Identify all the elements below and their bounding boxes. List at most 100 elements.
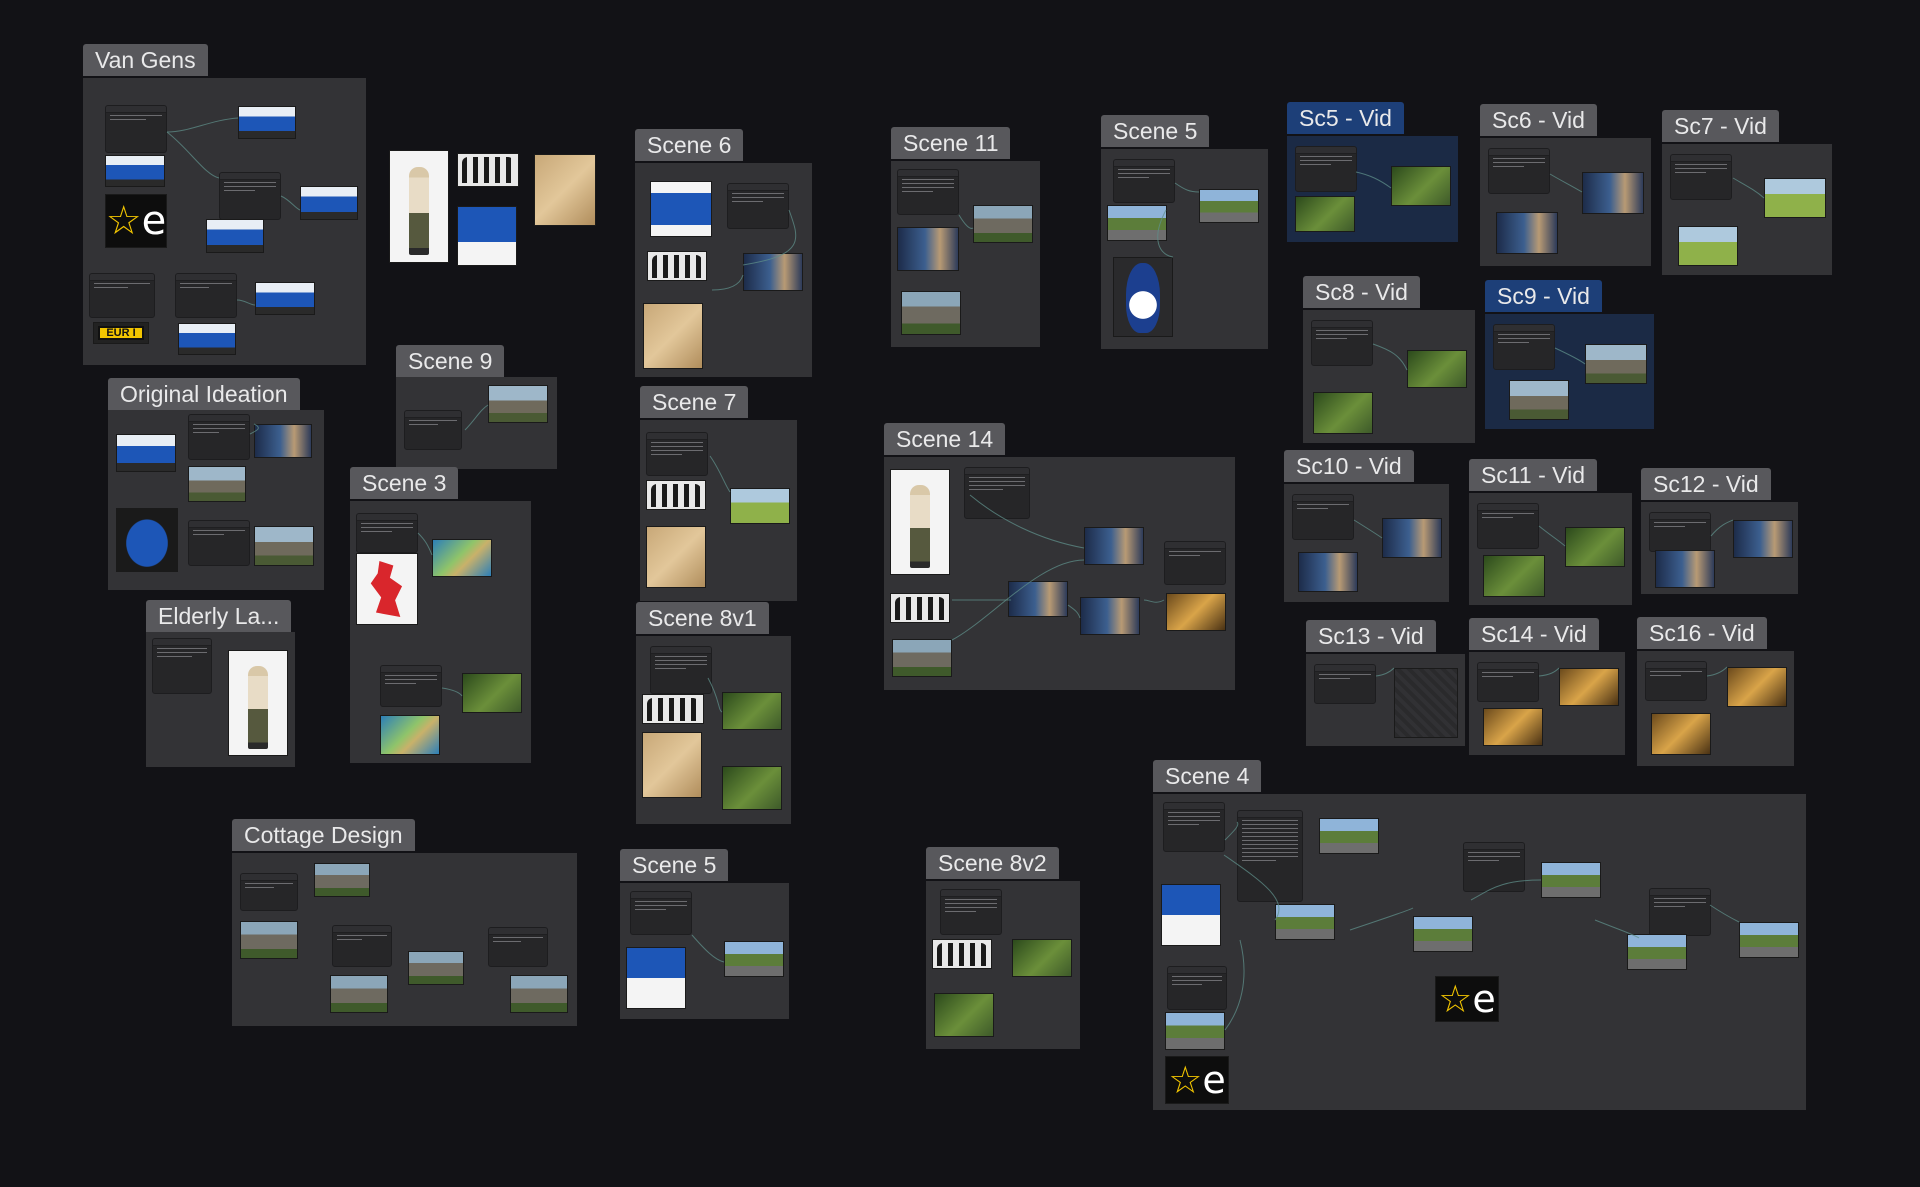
image-node[interactable] — [105, 155, 165, 187]
group-title[interactable]: Scene 11 — [891, 127, 1011, 159]
image-node[interactable] — [1166, 593, 1226, 631]
group-title[interactable]: Scene 8v1 — [636, 602, 769, 634]
group-scene-14[interactable] — [884, 457, 1235, 690]
image-node[interactable] — [1627, 934, 1687, 970]
image-node[interactable] — [457, 206, 517, 266]
image-node[interactable] — [254, 526, 314, 566]
group-title[interactable]: Sc8 - Vid — [1303, 276, 1420, 308]
prompt-node[interactable] — [1463, 842, 1525, 892]
prompt-node[interactable] — [89, 273, 155, 318]
image-node[interactable] — [432, 539, 492, 577]
group-sc14-vid[interactable] — [1469, 652, 1625, 755]
image-node-mascot[interactable] — [1113, 257, 1173, 337]
image-node[interactable] — [510, 975, 568, 1013]
prompt-node[interactable] — [1477, 503, 1539, 549]
image-node[interactable] — [1655, 550, 1715, 588]
image-node-silhouettes[interactable] — [890, 593, 950, 623]
image-node[interactable] — [1413, 916, 1473, 952]
group-title[interactable]: Sc7 - Vid — [1662, 110, 1779, 142]
image-node[interactable] — [488, 385, 548, 423]
image-node[interactable] — [892, 639, 952, 677]
image-node[interactable] — [730, 488, 790, 524]
image-node[interactable] — [1165, 1012, 1225, 1050]
image-node[interactable] — [206, 219, 264, 253]
image-node[interactable] — [240, 921, 298, 959]
prompt-node[interactable] — [380, 665, 442, 707]
logo-node[interactable]: ☆ e — [1165, 1056, 1229, 1104]
prompt-node[interactable] — [175, 273, 237, 318]
image-node[interactable] — [1651, 713, 1711, 755]
image-node-elderly-woman[interactable] — [228, 650, 288, 756]
image-node[interactable] — [1496, 212, 1558, 254]
video-node-empty[interactable] — [1394, 668, 1458, 738]
group-title[interactable]: Sc6 - Vid — [1480, 104, 1597, 136]
group-title[interactable]: Scene 8v2 — [926, 847, 1059, 879]
image-node[interactable] — [330, 975, 388, 1013]
image-node[interactable] — [1313, 392, 1373, 434]
logo-node[interactable]: ☆ e — [105, 194, 167, 248]
prompt-node[interactable] — [1295, 146, 1357, 192]
group-title[interactable]: Sc5 - Vid — [1287, 102, 1404, 134]
prompt-node[interactable] — [646, 432, 708, 476]
image-node[interactable] — [254, 424, 312, 458]
prompt-node[interactable] — [240, 873, 298, 911]
prompt-node[interactable] — [219, 172, 281, 220]
group-scene-7[interactable] — [640, 420, 797, 601]
group-title[interactable]: Scene 7 — [640, 386, 749, 418]
image-node-silhouettes[interactable] — [457, 153, 519, 187]
image-node-silhouettes[interactable] — [647, 251, 707, 281]
image-node[interactable] — [724, 941, 784, 977]
prompt-node[interactable] — [152, 638, 212, 694]
group-cottage-design[interactable] — [232, 853, 577, 1026]
prompt-node[interactable] — [650, 646, 712, 694]
image-node-wales-map[interactable] — [356, 553, 418, 625]
prompt-node[interactable] — [188, 520, 250, 566]
prompt-node[interactable] — [1649, 888, 1711, 936]
group-title[interactable]: Sc14 - Vid — [1469, 618, 1599, 650]
image-node-elderly-woman[interactable] — [389, 150, 449, 263]
group-sc11-vid[interactable] — [1469, 493, 1632, 605]
image-node[interactable] — [1541, 862, 1601, 898]
prompt-node[interactable] — [1477, 662, 1539, 702]
group-title[interactable]: Cottage Design — [232, 819, 415, 851]
image-node[interactable] — [380, 715, 440, 755]
prompt-node[interactable] — [1493, 324, 1555, 370]
video-node[interactable] — [1764, 178, 1826, 218]
prompt-node[interactable] — [897, 169, 959, 215]
image-node[interactable] — [1012, 939, 1072, 977]
image-node[interactable] — [188, 466, 246, 502]
node-graph-canvas[interactable]: ☆ e EUR I Van Gens Original Ideation Elde… — [0, 0, 1920, 1187]
group-title[interactable]: Sc16 - Vid — [1637, 617, 1767, 649]
prompt-node[interactable] — [1163, 802, 1225, 852]
prompt-node[interactable] — [1670, 154, 1732, 200]
prompt-node[interactable] — [1314, 664, 1376, 704]
video-node[interactable] — [1407, 350, 1467, 388]
video-node[interactable] — [1391, 166, 1451, 206]
video-node[interactable] — [1727, 667, 1787, 707]
video-node[interactable] — [1559, 668, 1619, 706]
number-plate-node[interactable]: EUR I — [93, 322, 149, 344]
group-title[interactable]: Scene 3 — [350, 467, 459, 499]
prompt-node[interactable] — [404, 410, 462, 450]
group-original-ideation[interactable] — [108, 410, 324, 590]
image-node-silhouettes[interactable] — [932, 939, 992, 969]
image-node[interactable] — [1509, 380, 1569, 420]
image-node[interactable] — [462, 673, 522, 713]
image-node-silhouettes[interactable] — [642, 694, 704, 724]
group-scene-9[interactable] — [396, 377, 557, 469]
group-title[interactable]: Sc11 - Vid — [1469, 459, 1597, 491]
image-node[interactable] — [408, 951, 464, 985]
group-scene-6[interactable] — [635, 163, 812, 377]
group-sc6-vid[interactable] — [1480, 138, 1651, 266]
image-node[interactable] — [1319, 818, 1379, 854]
group-title[interactable]: Scene 5 — [620, 849, 729, 881]
prompt-node[interactable] — [188, 414, 250, 460]
image-node-box[interactable] — [646, 526, 706, 588]
image-node[interactable] — [722, 766, 782, 810]
prompt-node[interactable] — [332, 925, 392, 967]
prompt-node[interactable] — [1113, 159, 1175, 203]
image-node[interactable] — [1295, 196, 1355, 232]
group-sc12-vid[interactable] — [1641, 502, 1798, 594]
image-node-elderly-woman[interactable] — [890, 469, 950, 575]
group-title[interactable]: Sc13 - Vid — [1306, 620, 1436, 652]
